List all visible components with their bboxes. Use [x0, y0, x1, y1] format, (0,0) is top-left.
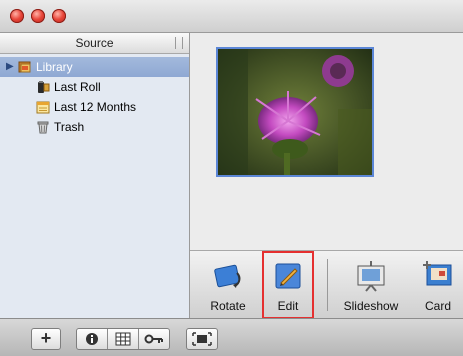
sidebar-item-trash[interactable]: Trash — [0, 117, 189, 137]
edit-toolbar: Rotate Edit Slideshow Card — [190, 250, 463, 319]
title-bar — [0, 0, 463, 33]
library-icon — [18, 61, 31, 73]
calendar-icon — [36, 101, 50, 114]
sidebar-item-last-roll[interactable]: Last Roll — [0, 77, 189, 97]
card-label: Card — [424, 299, 451, 313]
close-button[interactable] — [10, 9, 24, 23]
minimize-button[interactable] — [31, 9, 45, 23]
calendar-grid-icon — [115, 332, 131, 346]
add-button[interactable]: + — [31, 328, 61, 350]
zoom-button[interactable] — [52, 9, 66, 23]
toolbar-divider — [327, 259, 328, 311]
iphoto-window: Source ▶ Library Last Roll Last 12 Month… — [0, 0, 463, 356]
sidebar-item-label: Last Roll — [54, 80, 101, 94]
edit-label: Edit — [277, 299, 299, 313]
slideshow-label: Slideshow — [343, 299, 399, 313]
info-button-group — [76, 328, 170, 350]
keyword-icon — [144, 334, 163, 344]
sidebar-item-library[interactable]: ▶ Library — [0, 57, 189, 77]
card-icon — [423, 261, 452, 286]
rotate-label: Rotate — [210, 299, 246, 313]
bottom-bar: + — [0, 318, 463, 356]
keyword-button[interactable] — [139, 329, 169, 349]
add-label: + — [40, 328, 52, 348]
sidebar-item-label: Last 12 Months — [54, 100, 137, 114]
thistle-photo — [218, 49, 372, 175]
sidebar-item-label: Library — [36, 60, 73, 74]
rotate-icon — [214, 264, 241, 288]
source-sidebar: Source ▶ Library Last Roll Last 12 Month… — [0, 33, 190, 318]
sidebar-item-label: Trash — [54, 120, 85, 134]
edit-button[interactable]: Edit — [262, 251, 314, 319]
card-button[interactable]: Card — [414, 251, 462, 319]
info-icon — [86, 333, 98, 345]
source-header-label: Source — [75, 36, 114, 50]
column-resize-grip[interactable] — [175, 37, 183, 49]
film-roll-icon — [38, 81, 50, 93]
slideshow-icon — [357, 261, 385, 292]
slideshow-button[interactable]: Slideshow — [336, 251, 406, 319]
sidebar-item-last-12-months[interactable]: Last 12 Months — [0, 97, 189, 117]
rotate-button[interactable]: Rotate — [198, 251, 258, 319]
edit-icon — [275, 263, 301, 289]
trash-icon — [37, 121, 49, 134]
source-header[interactable]: Source — [0, 33, 189, 54]
fullscreen-icon — [192, 332, 212, 346]
photo-thumbnail[interactable] — [216, 47, 374, 177]
info-button[interactable] — [77, 329, 107, 349]
calendar-grid-button[interactable] — [108, 329, 138, 349]
fullscreen-button[interactable] — [186, 328, 218, 350]
disclosure-triangle-icon[interactable]: ▶ — [6, 57, 14, 77]
